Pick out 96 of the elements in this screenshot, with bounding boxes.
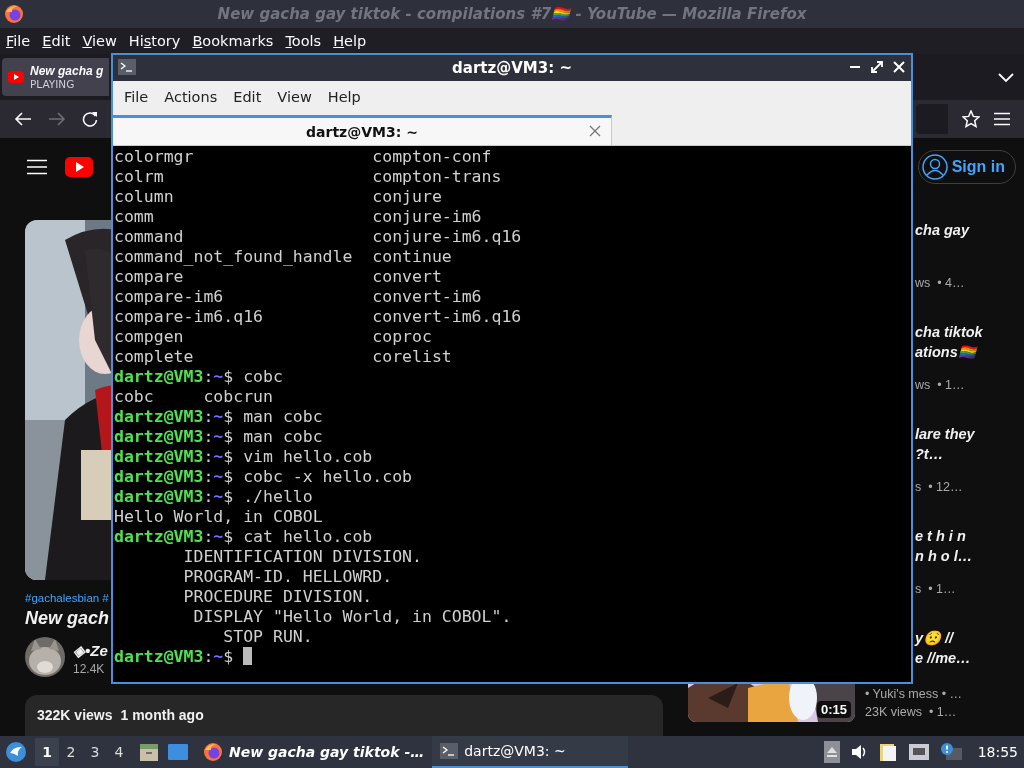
terminal-output: PROCEDURE DIVISION. xyxy=(182,587,374,607)
prompt-line: dartz@VM3:~$ cobc xyxy=(114,367,283,386)
terminal-output: IDENTIFICATION DIVISION. xyxy=(182,547,423,567)
menu-item[interactable]: Help xyxy=(319,89,369,105)
workspace-button[interactable]: 3 xyxy=(83,738,107,766)
menu-item[interactable]: Tools xyxy=(279,33,328,49)
menu-item[interactable]: Actions xyxy=(156,89,226,105)
menu-item[interactable]: View xyxy=(269,89,320,105)
video-title[interactable]: n h o l… xyxy=(915,546,973,566)
workspace-button[interactable]: 2 xyxy=(59,738,83,766)
clipboard-icon[interactable] xyxy=(877,742,898,762)
browser-tab[interactable]: New gacha g PLAYING xyxy=(2,58,109,96)
desktop-icon[interactable] xyxy=(167,742,189,762)
menu-item[interactable]: View xyxy=(76,33,123,49)
start-menu-icon[interactable] xyxy=(5,741,27,763)
terminal-icon xyxy=(118,59,136,75)
file-cabinet-icon[interactable] xyxy=(139,742,159,762)
taskbar-button[interactable]: New gacha gay tiktok -… xyxy=(195,736,433,768)
terminal-output: STOP RUN. xyxy=(222,627,314,647)
video-title[interactable]: y😟 // xyxy=(915,628,954,648)
video-title[interactable]: ?t… xyxy=(915,444,944,464)
terminal-output: command_not_found_handle continue xyxy=(114,247,453,267)
prompt-line: dartz@VM3:~$ xyxy=(114,647,234,666)
clock: 18:55 xyxy=(977,744,1018,760)
terminal-output: DISPLAY "Hello World, in COBOL". xyxy=(192,607,513,627)
firefox-logo-icon xyxy=(4,4,24,24)
terminal-output: compgen coproc xyxy=(114,327,433,347)
firefox-logo-icon xyxy=(203,742,223,762)
prompt-line: dartz@VM3:~$ vim hello.cob xyxy=(114,447,373,466)
tab-status: PLAYING xyxy=(30,78,76,90)
video-title[interactable]: e //me… xyxy=(915,648,971,668)
terminal-output: cobc cobcrun xyxy=(114,387,274,407)
terminal-output: comm conjure-im6 xyxy=(114,207,483,227)
upload-age: 1 month ago xyxy=(120,707,204,725)
prompt-line: dartz@VM3:~$ cat hello.cob xyxy=(114,527,373,546)
video-meta: ws • 4… xyxy=(915,275,965,292)
terminal-output: compare-im6.q16 convert-im6.q16 xyxy=(114,307,523,327)
terminal-output: PROGRAM-ID. HELLOWRD. xyxy=(182,567,394,587)
tab-title: New gacha g xyxy=(30,64,104,78)
prompt-line: dartz@VM3:~$ ./hello xyxy=(114,487,313,506)
menu-item[interactable]: File xyxy=(116,89,157,105)
terminal-icon xyxy=(440,743,459,759)
terminal-output: command conjure-im6.q16 xyxy=(114,227,523,247)
workspace-button[interactable]: 1 xyxy=(35,738,59,766)
video-title[interactable]: cha gay xyxy=(915,220,969,240)
video-title[interactable]: ations🏳‍🌈 xyxy=(915,342,976,362)
video-title[interactable]: cha tiktok xyxy=(915,322,983,342)
video-title[interactable]: e t h i n xyxy=(915,526,966,546)
star-icon[interactable] xyxy=(962,110,980,128)
eject-icon[interactable] xyxy=(823,741,840,763)
terminal-output: compare convert xyxy=(114,267,443,287)
volume-icon[interactable] xyxy=(849,743,868,761)
video-title[interactable]: lare they xyxy=(915,424,975,444)
menu-item[interactable]: History xyxy=(122,33,187,49)
person-icon xyxy=(921,154,948,180)
chevron-down-icon[interactable] xyxy=(998,72,1014,83)
menu-item[interactable]: Bookmarks xyxy=(186,33,280,49)
view-count: 322K views xyxy=(37,707,113,725)
terminal-tab[interactable]: dartz@VM3: ~ xyxy=(113,115,612,145)
sign-in-button[interactable]: Sign in xyxy=(917,150,1016,184)
youtube-logo-icon[interactable] xyxy=(65,157,93,177)
window-title: New gacha gay tiktok - compilations #7🏳‍🌈 - YouTube — Mozilla Firefox xyxy=(217,5,807,23)
video-meta: 23K views • 1… xyxy=(865,704,957,721)
back-arrow-icon[interactable] xyxy=(14,112,32,126)
menu-item[interactable]: File xyxy=(0,33,37,49)
network-icon[interactable] xyxy=(907,743,930,761)
channel-name[interactable]: ◈•Ze xyxy=(73,642,108,660)
prompt-line: dartz@VM3:~$ man cobc xyxy=(114,427,323,446)
terminal-output: colormgr compton-conf xyxy=(114,147,493,167)
video-meta: s • 1… xyxy=(915,581,956,598)
maximize-icon[interactable] xyxy=(871,61,883,73)
hashtags[interactable]: #gachalesbian # xyxy=(25,592,109,604)
window-title: dartz@VM3: ~ xyxy=(452,59,572,77)
menu-item[interactable]: Edit xyxy=(225,89,270,105)
menu-icon[interactable] xyxy=(27,159,47,175)
reload-icon[interactable] xyxy=(82,111,98,127)
video-meta: ws • 1… xyxy=(915,377,965,394)
taskbar-button[interactable]: dartz@VM3: ~ xyxy=(432,736,629,768)
terminal-output: column conjure xyxy=(114,187,443,207)
workspace-button[interactable]: 4 xyxy=(107,738,131,766)
terminal-output: colrm compton-trans xyxy=(114,167,503,187)
video-play-icon xyxy=(8,71,24,83)
notification-icon[interactable] xyxy=(939,742,962,762)
prompt-line: dartz@VM3:~$ man cobc xyxy=(114,407,323,426)
terminal-output: complete corelist xyxy=(114,347,453,367)
subscriber-count: 12.4K xyxy=(73,662,106,676)
terminal-output: compare-im6 convert-im6 xyxy=(114,287,483,307)
menu-item[interactable]: Help xyxy=(327,33,373,49)
video-title: New gach xyxy=(25,608,110,629)
prompt-line: dartz@VM3:~$ cobc -x hello.cob xyxy=(114,467,413,486)
terminal-output: Hello World, in COBOL xyxy=(114,507,324,527)
video-meta: s • 12… xyxy=(915,479,963,496)
menu-icon[interactable] xyxy=(994,112,1010,126)
menu-item[interactable]: Edit xyxy=(36,33,77,49)
channel-name: • Yuki's mess • … xyxy=(865,686,963,703)
video-duration: 0:15 xyxy=(816,701,851,718)
